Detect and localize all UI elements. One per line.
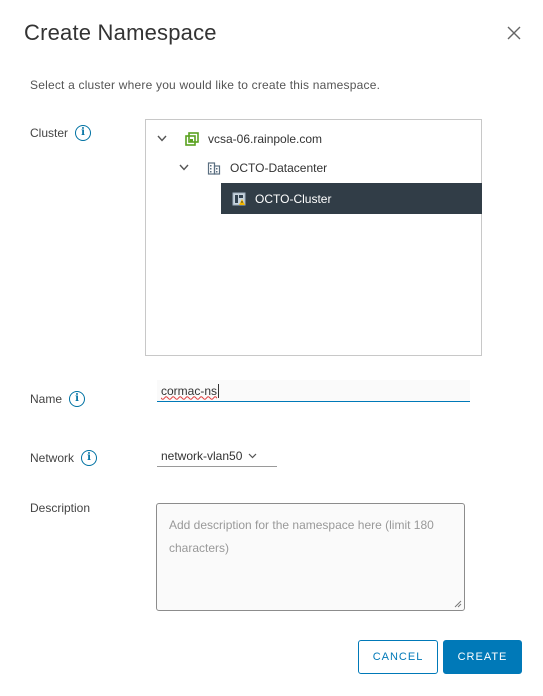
cluster-label: Cluster xyxy=(30,126,69,140)
tree-node-label: vcsa-06.rainpole.com xyxy=(208,131,323,146)
text-cursor xyxy=(218,383,220,398)
close-button[interactable] xyxy=(503,22,525,44)
chevron-down-icon[interactable] xyxy=(178,162,190,174)
tree-node-cluster[interactable]: OCTO-Cluster xyxy=(221,183,482,214)
network-select-value: network-vlan50 xyxy=(161,448,243,463)
network-info-icon[interactable]: i xyxy=(81,450,98,466)
tree-node-label: OCTO-Datacenter xyxy=(230,160,328,175)
cluster-info-icon[interactable]: i xyxy=(75,125,92,141)
chevron-down-icon[interactable] xyxy=(156,133,168,145)
tree-node-datacenter[interactable]: OCTO-Datacenter xyxy=(178,152,476,183)
close-icon xyxy=(507,26,521,40)
description-label: Description xyxy=(30,501,91,515)
name-info-icon[interactable]: i xyxy=(69,391,86,407)
datacenter-icon xyxy=(206,160,222,176)
cluster-label-group: Cluster i xyxy=(30,125,92,141)
dialog-title: Create Namespace xyxy=(24,20,217,45)
description-placeholder: Add description for the namespace here (… xyxy=(169,518,434,555)
resize-grip-icon[interactable] xyxy=(454,600,462,608)
vcenter-icon xyxy=(184,131,200,147)
network-select[interactable]: network-vlan50 xyxy=(157,445,277,467)
create-namespace-dialog: Create Namespace Select a cluster where … xyxy=(0,0,543,696)
cluster-tree[interactable]: vcsa-06.rainpole.com OCTO-Datacenter OCT… xyxy=(145,119,482,356)
name-label: Name xyxy=(30,392,63,406)
tree-node-vcenter[interactable]: vcsa-06.rainpole.com xyxy=(156,123,476,154)
tree-node-label: OCTO-Cluster xyxy=(255,191,332,206)
chevron-down-icon xyxy=(248,453,257,459)
description-textarea[interactable]: Add description for the namespace here (… xyxy=(156,503,465,611)
create-button[interactable]: CREATE xyxy=(443,640,522,674)
namespace-name-value: cormac-ns xyxy=(161,383,218,398)
network-label-group: Network i xyxy=(30,450,98,466)
namespace-name-input[interactable]: cormac-ns xyxy=(157,380,470,402)
name-label-group: Name i xyxy=(30,391,86,407)
cluster-icon xyxy=(231,191,247,207)
network-label: Network xyxy=(30,451,75,465)
cancel-button[interactable]: CANCEL xyxy=(358,640,438,674)
dialog-subtitle: Select a cluster where you would like to… xyxy=(30,78,381,92)
